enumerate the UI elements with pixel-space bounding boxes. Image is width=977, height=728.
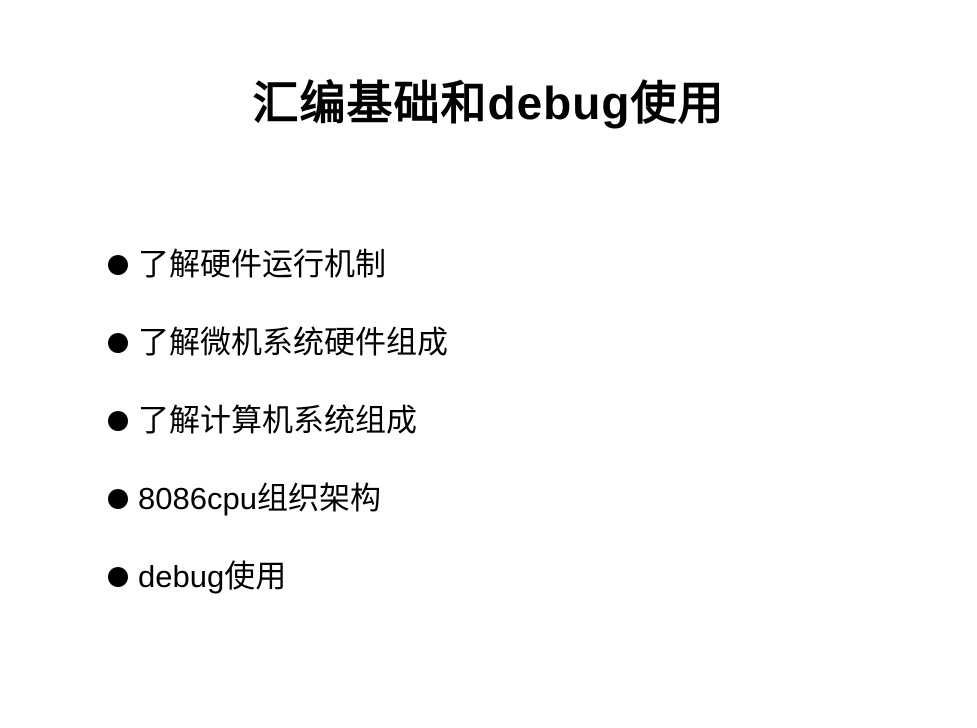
bullet-text: debug使用 bbox=[138, 559, 287, 594]
bullet-list: 了解硬件运行机制 了解微机系统硬件组成 了解计算机系统组成 8086cpu组织架… bbox=[108, 238, 448, 628]
bullet-dot-icon bbox=[108, 333, 128, 353]
bullet-text: 8086cpu组织架构 bbox=[138, 481, 381, 516]
list-item: 了解硬件运行机制 bbox=[108, 238, 448, 316]
bullet-dot-icon bbox=[108, 489, 128, 509]
bullet-dot-icon bbox=[108, 567, 128, 587]
list-item: 了解计算机系统组成 bbox=[108, 394, 448, 472]
bullet-text: 了解微机系统硬件组成 bbox=[138, 325, 448, 360]
bullet-text: 了解计算机系统组成 bbox=[138, 403, 417, 438]
list-item: debug使用 bbox=[108, 550, 448, 628]
list-item: 8086cpu组织架构 bbox=[108, 472, 448, 550]
bullet-dot-icon bbox=[108, 411, 128, 431]
bullet-text: 了解硬件运行机制 bbox=[138, 247, 386, 282]
slide: 汇编基础和debug使用 了解硬件运行机制 了解微机系统硬件组成 了解计算机系统… bbox=[0, 0, 977, 728]
bullet-dot-icon bbox=[108, 255, 128, 275]
list-item: 了解微机系统硬件组成 bbox=[108, 316, 448, 394]
slide-title: 汇编基础和debug使用 bbox=[252, 77, 725, 129]
